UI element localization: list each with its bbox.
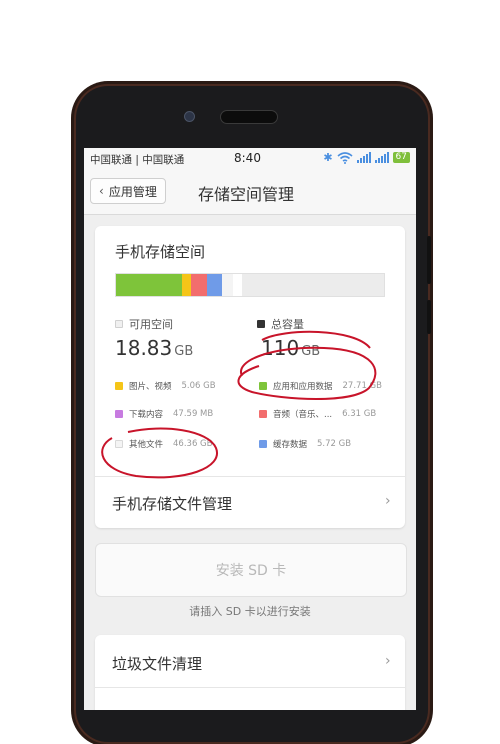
legend-swatch	[115, 410, 123, 418]
usage-segment	[181, 274, 192, 296]
tools-card: 垃圾文件清理 ›	[95, 635, 405, 710]
total-unit: GB	[301, 344, 321, 359]
legend-label: 音频（音乐、...	[273, 410, 333, 420]
sd-hint: 请插入 SD 卡以进行安装	[189, 605, 311, 618]
front-camera	[184, 111, 195, 122]
title-bar: ‹ 应用管理 存储空间管理	[84, 168, 416, 215]
legend-item: 下载内容 47.59 MB	[115, 408, 213, 420]
page-title: 存储空间管理	[198, 185, 295, 204]
legend-label: 应用和应用数据	[273, 382, 333, 392]
legend-label: 下载内容	[129, 410, 164, 420]
carrier-label: 中国联通 | 中国联通	[90, 154, 185, 166]
total-swatch	[257, 320, 265, 328]
signal-icon-2	[374, 152, 389, 163]
power-key	[427, 300, 431, 334]
available-swatch	[115, 320, 123, 328]
legend-swatch	[115, 382, 123, 390]
legend-swatch	[115, 440, 123, 448]
file-manager-row[interactable]: 手机存储文件管理 ›	[95, 477, 405, 528]
chevron-right-icon: ›	[385, 493, 391, 509]
legend-item: 图片、视频 5.06 GB	[115, 380, 216, 392]
total-label: 总容量	[271, 318, 304, 331]
file-manager-label: 手机存储文件管理	[112, 495, 233, 513]
legend-label: 缓存数据	[273, 440, 308, 450]
available-space-legend: 可用空间	[115, 316, 173, 332]
legend-label: 其他文件	[129, 440, 164, 450]
screen: 中国联通 | 中国联通 8:40 ✱ 67 ‹ 应用管理 存储空间管理 手机存储…	[84, 148, 416, 710]
wifi-icon	[337, 151, 353, 164]
back-button[interactable]: ‹ 应用管理	[90, 178, 166, 204]
legend-item: 音频（音乐、... 6.31 GB	[259, 408, 376, 420]
legend-value: 47.59 MB	[173, 409, 214, 419]
usage-segment	[191, 274, 208, 296]
available-label: 可用空间	[129, 318, 173, 331]
available-number: 18.83	[115, 336, 173, 360]
total-number: 110	[261, 336, 300, 360]
usage-segment	[241, 274, 288, 296]
legend-value: 5.06 GB	[181, 381, 216, 391]
back-button-label: 应用管理	[108, 184, 157, 199]
install-sd-button[interactable]: 安装 SD 卡	[95, 543, 407, 597]
legend-value: 6.31 GB	[342, 409, 377, 419]
storage-card-title: 手机存储空间	[115, 243, 206, 261]
legend-swatch	[259, 382, 267, 390]
clock: 8:40	[234, 151, 261, 165]
signal-icon	[356, 152, 371, 163]
usage-segment	[232, 274, 242, 296]
chevron-right-icon: ›	[385, 653, 391, 669]
storage-usage-bar	[115, 273, 385, 297]
available-unit: GB	[174, 344, 194, 359]
total-capacity-legend: 总容量	[257, 316, 304, 332]
status-bar: 中国联通 | 中国联通 8:40 ✱ 67	[84, 148, 416, 168]
phone-storage-card: 手机存储空间 可用空间 总容量 18.83 GB 110 GB 图片、视频 5.06 …	[95, 226, 405, 528]
card-divider	[95, 687, 405, 688]
volume-key	[427, 236, 431, 284]
usage-segment	[207, 274, 222, 296]
usage-segment	[116, 274, 182, 296]
legend-item: 缓存数据 5.72 GB	[259, 438, 351, 450]
legend-label: 图片、视频	[129, 382, 172, 392]
usage-segment	[221, 274, 233, 296]
battery-icon: 67	[392, 152, 410, 163]
bluetooth-icon: ✱	[323, 151, 333, 164]
junk-clean-row[interactable]: 垃圾文件清理 ›	[95, 635, 405, 687]
total-value: 110 GB	[261, 336, 320, 360]
legend-swatch	[259, 410, 267, 418]
earpiece-speaker	[220, 110, 278, 124]
legend-swatch	[259, 440, 267, 448]
junk-clean-label: 垃圾文件清理	[112, 655, 203, 673]
legend-value: 46.36 GB	[173, 439, 213, 449]
status-icons: ✱ 67	[323, 151, 410, 164]
legend-value: 27.71 GB	[342, 381, 382, 391]
legend-item: 其他文件 46.36 GB	[115, 438, 212, 450]
chevron-left-icon: ‹	[99, 184, 104, 198]
available-value: 18.83 GB	[115, 336, 193, 360]
legend-value: 5.72 GB	[317, 439, 352, 449]
legend-item: 应用和应用数据 27.71 GB	[259, 380, 382, 392]
